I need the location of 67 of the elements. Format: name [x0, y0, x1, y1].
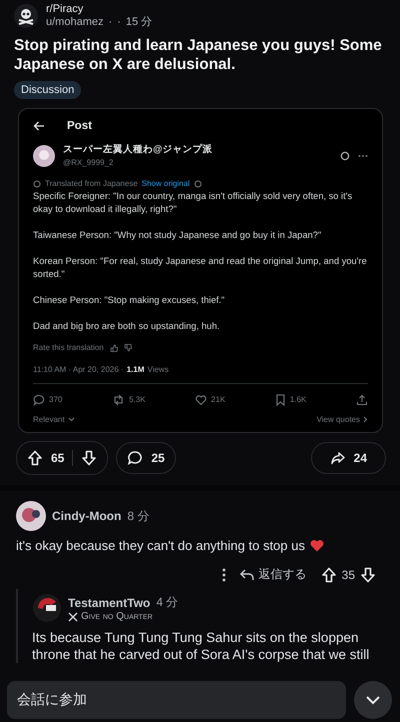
comment-text: Its because Tung Tung Tung Sahur sits on the sloppen throne that he carved out of Sora AI's corpse that we still: [32, 629, 370, 663]
downvote-icon[interactable]: [81, 450, 98, 466]
share-icon[interactable]: [356, 394, 368, 406]
post-text: Korean Person: "For real, study Japanese and read the original Jump, and you're sorted.": [33, 255, 368, 281]
view-quotes-link[interactable]: View quotes: [316, 413, 368, 426]
translation-note: Translated from Japanese: [45, 178, 138, 190]
page-title: Post: [67, 120, 92, 132]
reply-icon: [240, 568, 254, 580]
post-text: Dad and big bro are both so upstanding, huh.: [33, 320, 221, 333]
post-text: Taiwanese Person: "Why not study Japanese and go buy it in Japan?": [33, 229, 322, 242]
reply-button[interactable]: 返信する: [240, 566, 307, 583]
back-arrow-icon[interactable]: [33, 121, 45, 131]
comment-author[interactable]: TestamentTwo: [68, 596, 150, 610]
stat-count: 1.6K: [290, 394, 306, 406]
stat-count: 370: [49, 394, 62, 406]
skull-icon: [14, 4, 38, 28]
comment-text: it's okay because they can't do anything to stop us: [16, 537, 305, 554]
flair-tag: Discussion: [14, 81, 82, 99]
author-link[interactable]: u/mohamez: [46, 16, 104, 29]
user-handle: @RX_9999_2: [63, 157, 114, 169]
comments-button[interactable]: 25: [116, 442, 176, 474]
thumbs-up-icon[interactable]: [110, 344, 118, 352]
avatar: [16, 501, 46, 531]
heart-icon: [310, 539, 324, 552]
view-count: 1.1M: [126, 364, 144, 376]
reply-icon[interactable]: [33, 394, 45, 406]
display-name: スーパー左翼人種わ@ジャンプ派: [63, 143, 214, 156]
post-text: Chinese Person: "Stop making excuses, thief.": [33, 294, 226, 307]
bookmark-icon[interactable]: [274, 394, 286, 406]
repost-icon[interactable]: [112, 394, 125, 406]
post-timestamp: 11:10 AM · Apr 20, 2026 ·: [33, 364, 124, 376]
heart-outline-icon[interactable]: [195, 394, 208, 406]
post-text: Specific Foreigner: "In our country, manga isn't officially sold very often, so it's okay to download it illegally, right?": [33, 190, 354, 216]
post-time: 15 分: [126, 16, 152, 29]
sort-dropdown[interactable]: Relevant: [33, 413, 75, 426]
comment-author[interactable]: Cindy-Moon: [52, 509, 122, 523]
separator: ·: [108, 16, 112, 29]
more-icon[interactable]: [222, 568, 226, 582]
comment-time: 8 分: [127, 508, 150, 524]
stat-count: 21K: [211, 394, 226, 406]
avatar: [32, 593, 62, 623]
collapse-button[interactable]: [354, 681, 392, 719]
chevron-down-icon: [68, 417, 75, 422]
chevron-down-icon: [365, 695, 381, 705]
chevron-right-icon: [363, 416, 368, 423]
comment-icon: [127, 450, 144, 466]
stat-count: 5.3K: [128, 394, 146, 406]
views-label: Views: [147, 364, 169, 376]
upvote-icon[interactable]: [320, 566, 337, 582]
separator: ·: [117, 16, 121, 29]
show-original-link[interactable]: Show original: [142, 177, 190, 190]
subreddit-link[interactable]: r/Piracy: [46, 3, 152, 16]
comment-input-field[interactable]: 会話に参加: [7, 681, 346, 719]
share-icon: [330, 450, 346, 466]
thumbs-down-icon[interactable]: [124, 344, 132, 352]
vote-bar[interactable]: 65: [16, 441, 108, 475]
comment-time: 4 分: [156, 594, 178, 611]
avatar: [33, 145, 55, 167]
share-button[interactable]: 24: [310, 442, 386, 474]
downvote-icon[interactable]: [360, 566, 376, 582]
user-flair: Give no Quarter: [81, 611, 153, 622]
upvote-icon[interactable]: [27, 450, 43, 466]
post-title: Stop pirating and learn Japanese you guys! Some Japanese on X are delusional.: [14, 36, 383, 74]
vote-count: 35: [342, 568, 355, 582]
rate-label: Rate this translation: [33, 342, 104, 354]
vote-count: 65: [51, 451, 64, 465]
crossed-swords-icon: [68, 612, 78, 622]
